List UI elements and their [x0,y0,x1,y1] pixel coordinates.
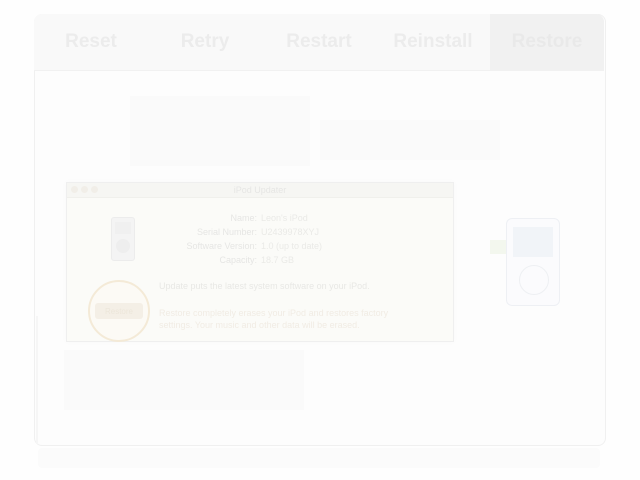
background-panel [130,96,310,166]
minimize-icon[interactable] [81,186,88,193]
screen: Reset Retry Restart Reinstall Restore iP… [0,0,640,480]
ipod-screen [115,222,131,234]
info-row-name: Name: Leon's iPod [159,211,322,225]
ipod-device-icon [506,218,560,306]
tab-bar: Reset Retry Restart Reinstall Restore [34,14,604,71]
ipod-icon [111,217,135,261]
device-info: Name: Leon's iPod Serial Number: U243997… [159,211,322,267]
ipod-wheel [116,239,130,253]
info-key: Capacity: [219,255,257,265]
info-row-serial: Serial Number: U2439978XYJ [159,225,322,239]
info-key: Serial Number: [196,227,257,237]
restore-button[interactable]: Restore [88,280,150,342]
restore-button-label: Restore [95,303,143,319]
info-row-capacity: Capacity: 18.7 GB [159,253,322,267]
window-controls [71,186,98,193]
info-value: 1.0 (up to date) [261,241,323,251]
tab-reset[interactable]: Reset [34,14,148,70]
dialog-title: iPod Updater [233,185,287,195]
update-message: Update puts the latest system software o… [159,281,370,291]
restore-message: Restore completely erases your iPod and … [159,308,389,330]
close-icon[interactable] [71,186,78,193]
background-panel [64,350,304,410]
device-click-wheel [519,265,549,295]
info-key: Name: [230,213,257,223]
info-value: U2439978XYJ [261,227,320,237]
connector-line [36,316,38,444]
tab-reinstall[interactable]: Reinstall [376,14,490,70]
tab-restore[interactable]: Restore [490,14,604,70]
zoom-icon[interactable] [91,186,98,193]
info-row-software: Software Version: 1.0 (up to date) [159,239,322,253]
dialog-titlebar: iPod Updater [67,183,453,198]
device-screen [513,227,553,257]
tab-restart[interactable]: Restart [262,14,376,70]
tab-retry[interactable]: Retry [148,14,262,70]
background-panel [320,120,500,160]
info-value: Leon's iPod [261,213,308,223]
info-value: 18.7 GB [261,255,295,265]
info-key: Software Version: [186,241,257,251]
status-bar [38,448,600,468]
